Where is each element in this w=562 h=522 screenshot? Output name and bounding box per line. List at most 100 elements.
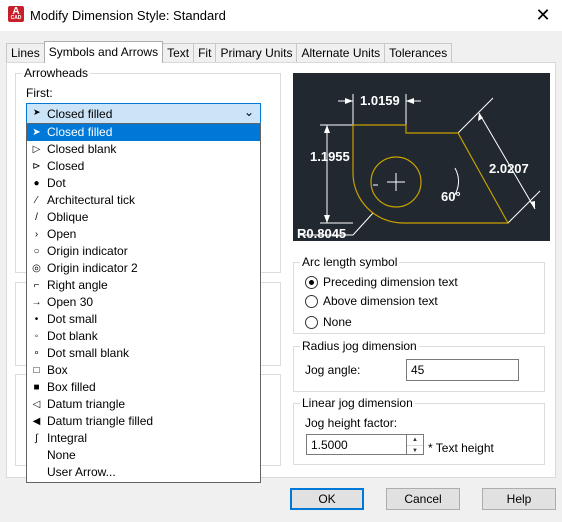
title-bar: A CAD Modify Dimension Style: Standard ✕ — [0, 0, 562, 31]
right-angle-icon: ⌐ — [33, 280, 40, 291]
radio-button[interactable] — [305, 315, 318, 329]
preview-dim-top: 1.0159 — [360, 93, 400, 108]
arrowhead-option-label: Architectural tick — [47, 193, 136, 207]
arrowhead-option-label: Closed filled — [47, 125, 113, 139]
arrowhead-option[interactable]: ◁ Datum triangle — [27, 396, 260, 413]
arrowhead-option-label: Box filled — [47, 380, 96, 394]
open-30-icon: → — [31, 297, 42, 308]
arrowhead-option[interactable]: › Open — [27, 226, 260, 243]
stepper-down-icon[interactable]: ▼ — [407, 445, 423, 455]
arrowhead-option-label: Closed blank — [47, 142, 117, 156]
tab-primary-units[interactable]: Primary Units — [215, 43, 298, 63]
arrowhead-option[interactable]: ○ Origin indicator — [27, 243, 260, 260]
arrowhead-option-label: Datum triangle — [47, 397, 126, 411]
arrowhead-option[interactable]: None — [27, 447, 260, 464]
arrowhead-option-label: Origin indicator 2 — [47, 261, 138, 275]
arrowhead-option-label: Box — [47, 363, 68, 377]
origin-indicator-icon: ○ — [33, 246, 40, 257]
closed-blank-arrow-icon: ▷ — [32, 144, 41, 155]
arrowhead-option[interactable]: ◦ Dot blank — [27, 328, 260, 345]
dot-small-blank-icon: ∘ — [33, 348, 40, 359]
preview-dim-right: 2.0207 — [489, 161, 529, 176]
arrowhead-option-label: Dot small blank — [47, 346, 130, 360]
cancel-button[interactable]: Cancel — [386, 488, 460, 510]
jog-height-factor-label: Jog height factor: — [305, 416, 398, 430]
box-filled-icon: ■ — [33, 382, 40, 393]
arrowhead-option-label: Oblique — [47, 210, 89, 224]
tab-alternate-units[interactable]: Alternate Units — [296, 43, 386, 63]
arrowhead-option-label: Integral — [47, 431, 88, 445]
datum-triangle-icon: ◁ — [32, 399, 41, 410]
arrowhead-option[interactable]: ⁄ Architectural tick — [27, 192, 260, 209]
help-button[interactable]: Help — [482, 488, 556, 510]
arrowhead-option-label: Dot small — [47, 312, 98, 326]
preview-dim-radius: R0.8045 — [297, 226, 346, 241]
tab-tolerances[interactable]: Tolerances — [384, 43, 453, 63]
jog-angle-input[interactable]: 45 — [406, 359, 519, 381]
radio-label: Above dimension text — [323, 294, 438, 308]
first-arrowhead-value: Closed filled — [47, 107, 113, 121]
first-arrowhead-select[interactable]: ➤ Closed filled ⌄ — [26, 103, 261, 124]
jog-angle-label: Jog angle: — [305, 363, 361, 377]
arrowhead-option[interactable]: ■ Box filled — [27, 379, 260, 396]
arrowhead-option-label: Closed — [47, 159, 85, 173]
arrowhead-option-label: Dot blank — [47, 329, 98, 343]
origin-indicator-2-icon: ◎ — [32, 263, 41, 274]
arrowhead-option[interactable]: ➤ Closed filled — [27, 124, 260, 141]
arrowhead-option[interactable]: ⊳ Closed — [27, 158, 260, 175]
arrowhead-option-label: Open — [47, 227, 77, 241]
stepper-up-icon[interactable]: ▲ — [407, 435, 423, 445]
radio-preceding-dimension-text[interactable]: Preceding dimension text — [305, 275, 458, 289]
radio-none[interactable]: None — [305, 315, 352, 329]
arrowhead-option[interactable]: ∘ Dot small blank — [27, 345, 260, 362]
jog-height-factor-stepper[interactable]: ▲ ▼ — [407, 434, 424, 455]
arrowhead-option[interactable]: ∫ Integral — [27, 430, 260, 447]
radius-jog-group-label: Radius jog dimension — [300, 339, 419, 353]
autocad-app-icon: A CAD — [8, 6, 24, 22]
radio-label: None — [323, 315, 352, 329]
arrowhead-option[interactable]: ◎ Origin indicator 2 — [27, 260, 260, 277]
integral-icon: ∫ — [35, 433, 38, 444]
closed-arrow-icon: ⊳ — [32, 161, 41, 172]
dot-blank-icon: ◦ — [34, 331, 39, 342]
arrowhead-option-label: User Arrow... — [47, 465, 116, 479]
tab-text[interactable]: Text — [162, 43, 195, 63]
first-arrowhead-label: First: — [26, 86, 53, 100]
dot-arrow-icon: ● — [33, 178, 40, 189]
radio-button[interactable] — [305, 275, 318, 289]
preview-dim-angle: 60° — [441, 189, 461, 204]
window-title: Modify Dimension Style: Standard — [30, 8, 226, 23]
box-icon: □ — [33, 365, 40, 376]
radio-button[interactable] — [305, 294, 318, 308]
linear-jog-group-label: Linear jog dimension — [300, 396, 415, 410]
arrowhead-option-label: Dot — [47, 176, 66, 190]
closed-filled-arrow-icon: ➤ — [33, 107, 41, 117]
arrowhead-option[interactable]: □ Box — [27, 362, 260, 379]
close-icon[interactable]: ✕ — [528, 0, 558, 30]
tab-symbols-and-arrows[interactable]: Symbols and Arrows — [43, 41, 164, 63]
architectural-tick-icon: ⁄ — [35, 195, 38, 206]
arrowhead-option-label: None — [47, 448, 76, 462]
chevron-down-icon: ⌄ — [243, 105, 254, 119]
tab-fit[interactable]: Fit — [193, 43, 217, 63]
jog-height-factor-input[interactable]: 1.5000 — [306, 434, 407, 455]
arrowhead-option[interactable]: • Dot small — [27, 311, 260, 328]
preview-drawing: 1.0159 1.1955 2.0207 60° R0.8045 — [297, 93, 541, 241]
arrowhead-option[interactable]: ● Dot — [27, 175, 260, 192]
arrowhead-option[interactable]: ◀ Datum triangle filled — [27, 413, 260, 430]
radio-above-dimension-text[interactable]: Above dimension text — [305, 294, 438, 308]
arrowhead-option-label: Datum triangle filled — [47, 414, 154, 428]
datum-triangle-filled-icon: ◀ — [32, 416, 41, 427]
tab-strip: Lines Symbols and Arrows Text Fit Primar… — [6, 41, 453, 63]
arrowhead-dropdown-list[interactable]: ➤ Closed filled ▷ Closed blank ⊳ Closed ● Dot ⁄ A… — [26, 123, 261, 483]
arrowhead-option[interactable]: ▷ Closed blank — [27, 141, 260, 158]
ok-button[interactable]: OK — [290, 488, 364, 510]
arrowhead-option[interactable]: / Oblique — [27, 209, 260, 226]
arrowhead-option-label: Open 30 — [47, 295, 94, 309]
arrowhead-option-label: Right angle — [47, 278, 108, 292]
tab-lines[interactable]: Lines — [6, 43, 45, 63]
arrowhead-option[interactable]: User Arrow... — [27, 464, 260, 481]
arrowhead-option[interactable]: → Open 30 — [27, 294, 260, 311]
arrowhead-option[interactable]: ⌐ Right angle — [27, 277, 260, 294]
text-height-suffix: * Text height — [428, 441, 494, 455]
